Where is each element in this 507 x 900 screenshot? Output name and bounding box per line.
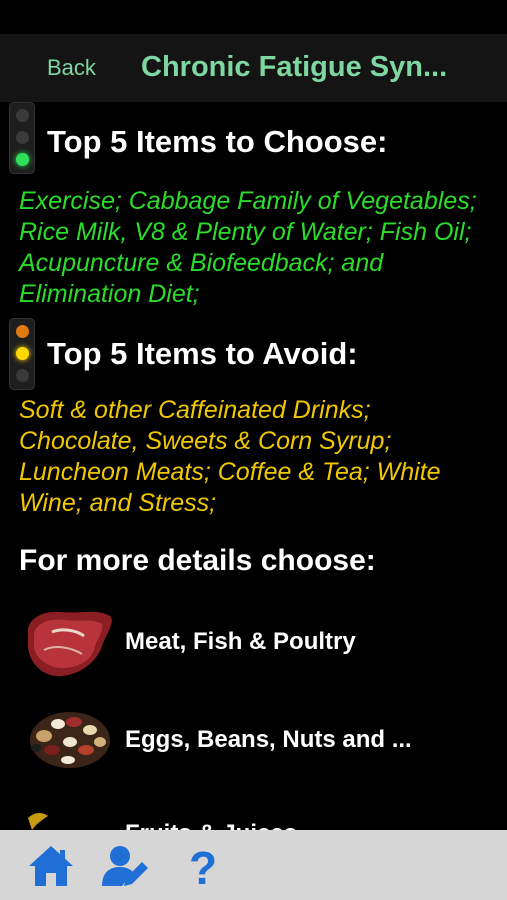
avoid-items-text: Soft & other Caffeinated Drinks; Chocola… <box>19 396 441 517</box>
category-meat-fish-poultry[interactable]: Meat, Fish & Poultry <box>0 598 507 694</box>
page-title: Chronic Fatigue Syn... <box>141 51 448 83</box>
category-eggs-beans-nuts[interactable]: Eggs, Beans, Nuts and ... <box>0 696 507 792</box>
yellow-traffic-light-icon <box>9 318 35 390</box>
choose-heading: Top 5 Items to Choose: <box>47 124 388 159</box>
category-label: Eggs, Beans, Nuts and ... <box>125 726 412 753</box>
choose-items-text: Exercise; Cabbage Family of Vegetables; … <box>19 187 477 308</box>
svg-text:?: ? <box>189 842 217 890</box>
beans-nuts-icon <box>30 712 110 768</box>
meat-steak-icon <box>27 611 112 677</box>
tab-bar: ? <box>0 830 507 900</box>
category-label: Meat, Fish & Poultry <box>125 628 356 655</box>
user-edit-icon[interactable] <box>100 842 150 890</box>
category-label: Fruits & Juices <box>125 820 297 830</box>
status-bar <box>0 0 507 34</box>
back-button[interactable]: Back <box>47 55 96 81</box>
navigation-bar: Back Chronic Fatigue Syn... <box>0 34 507 102</box>
fruit-banana-icon <box>28 812 48 830</box>
details-heading: For more details choose: <box>19 544 376 577</box>
home-icon[interactable] <box>26 842 76 890</box>
green-traffic-light-icon <box>9 102 35 174</box>
category-fruits-juices[interactable]: Fruits & Juices <box>0 792 507 830</box>
avoid-heading: Top 5 Items to Avoid: <box>47 336 358 371</box>
content-scroll-area[interactable]: Top 5 Items to Choose: Exercise; Cabbage… <box>0 102 507 830</box>
help-question-icon[interactable]: ? <box>178 842 228 890</box>
